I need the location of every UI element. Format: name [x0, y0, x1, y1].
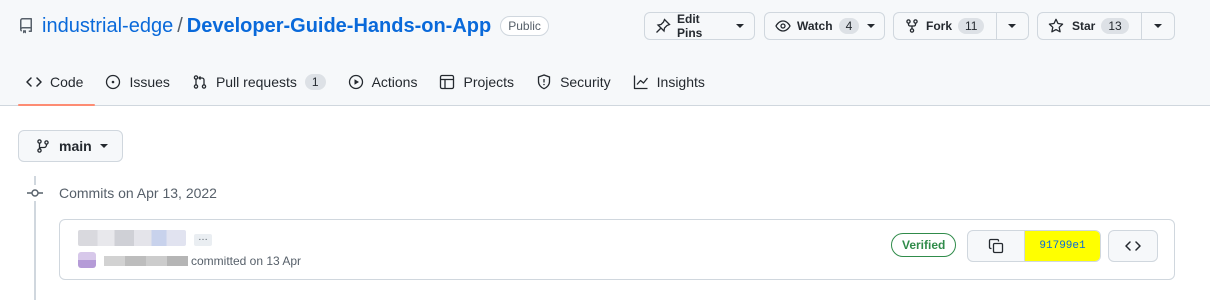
branch-icon	[35, 138, 51, 154]
edit-pins-label: Edit Pins	[677, 12, 703, 40]
chevron-down-icon	[867, 24, 876, 28]
watch-label: Watch	[797, 19, 833, 33]
eye-icon	[775, 18, 791, 34]
star-icon	[1048, 18, 1064, 34]
play-icon	[348, 74, 364, 90]
fork-icon	[904, 18, 920, 34]
chevron-down-icon	[1154, 24, 1163, 28]
tab-issues[interactable]: Issues	[97, 60, 181, 104]
commit-date-text: committed on 13 Apr	[191, 254, 302, 268]
watch-count: 4	[838, 18, 860, 34]
tab-issues-label: Issues	[129, 74, 170, 90]
edit-pins-button[interactable]: Edit Pins	[644, 12, 755, 40]
commit-author-link[interactable]	[104, 256, 188, 266]
star-button-group: Star 13	[1037, 12, 1175, 40]
star-count: 13	[1101, 18, 1129, 34]
tab-actions-label: Actions	[371, 74, 418, 90]
branch-select-button[interactable]: main	[18, 130, 123, 162]
fork-button[interactable]: Fork 11	[894, 13, 997, 39]
shield-icon	[536, 74, 552, 90]
table-icon	[439, 74, 455, 90]
fork-label: Fork	[926, 19, 953, 33]
pin-icon	[655, 18, 671, 34]
tab-projects[interactable]: Projects	[431, 60, 526, 104]
commit-sha-link[interactable]: 91799e1	[1025, 231, 1100, 261]
tab-code-label: Code	[50, 74, 84, 90]
repo-name-link[interactable]: Developer-Guide-Hands-on-App	[187, 15, 491, 38]
fork-count: 11	[958, 18, 985, 34]
visibility-badge: Public	[500, 16, 549, 36]
star-button[interactable]: Star 13	[1038, 13, 1143, 39]
issue-icon	[105, 74, 121, 90]
repo-owner-link[interactable]: industrial-edge	[42, 15, 173, 38]
star-dropdown-button[interactable]	[1142, 13, 1174, 39]
commit-message-link[interactable]	[78, 230, 186, 246]
commit-list-item: … committed on 13 Apr Verified 91799e1	[59, 219, 1175, 280]
commit-icon	[27, 185, 43, 201]
repo-path-separator: /	[177, 14, 183, 37]
copy-sha-button[interactable]	[968, 231, 1025, 261]
tab-insights-label: Insights	[656, 74, 705, 90]
repo-header: industrial-edge / Developer-Guide-Hands-…	[0, 0, 1210, 106]
tab-security[interactable]: Security	[528, 60, 623, 104]
copy-icon	[988, 238, 1004, 254]
repo-icon	[18, 18, 34, 34]
code-icon	[26, 74, 42, 90]
chevron-down-icon	[99, 144, 108, 148]
expand-commit-message-button[interactable]: …	[194, 233, 212, 246]
repo-nav-tabs: Code Issues Pull requests 1 Actions Proj…	[18, 60, 719, 106]
watch-button[interactable]: Watch 4	[764, 12, 885, 40]
verified-badge[interactable]: Verified	[891, 233, 957, 257]
tab-actions[interactable]: Actions	[340, 60, 430, 104]
pull-requests-count: 1	[304, 74, 326, 90]
code-icon	[1125, 238, 1141, 254]
tab-pull-requests[interactable]: Pull requests 1	[184, 60, 338, 104]
tab-projects-label: Projects	[463, 74, 515, 90]
tab-insights[interactable]: Insights	[625, 60, 717, 104]
repo-title: industrial-edge / Developer-Guide-Hands-…	[18, 13, 549, 39]
star-label: Star	[1072, 19, 1096, 33]
commits-date-heading: Commits on Apr 13, 2022	[59, 185, 217, 201]
browse-repository-button[interactable]	[1108, 230, 1158, 262]
pull-request-icon	[192, 74, 208, 90]
graph-icon	[633, 74, 649, 90]
branch-name: main	[59, 138, 92, 154]
avatar[interactable]	[78, 252, 96, 268]
tab-pull-requests-label: Pull requests	[215, 74, 297, 90]
commit-sha-group: 91799e1	[967, 230, 1101, 262]
chevron-down-icon	[1008, 24, 1017, 28]
fork-button-group: Fork 11	[893, 12, 1029, 40]
chevron-down-icon	[736, 24, 744, 28]
fork-dropdown-button[interactable]	[997, 13, 1028, 39]
tab-code[interactable]: Code	[18, 60, 96, 106]
tab-security-label: Security	[560, 74, 611, 90]
